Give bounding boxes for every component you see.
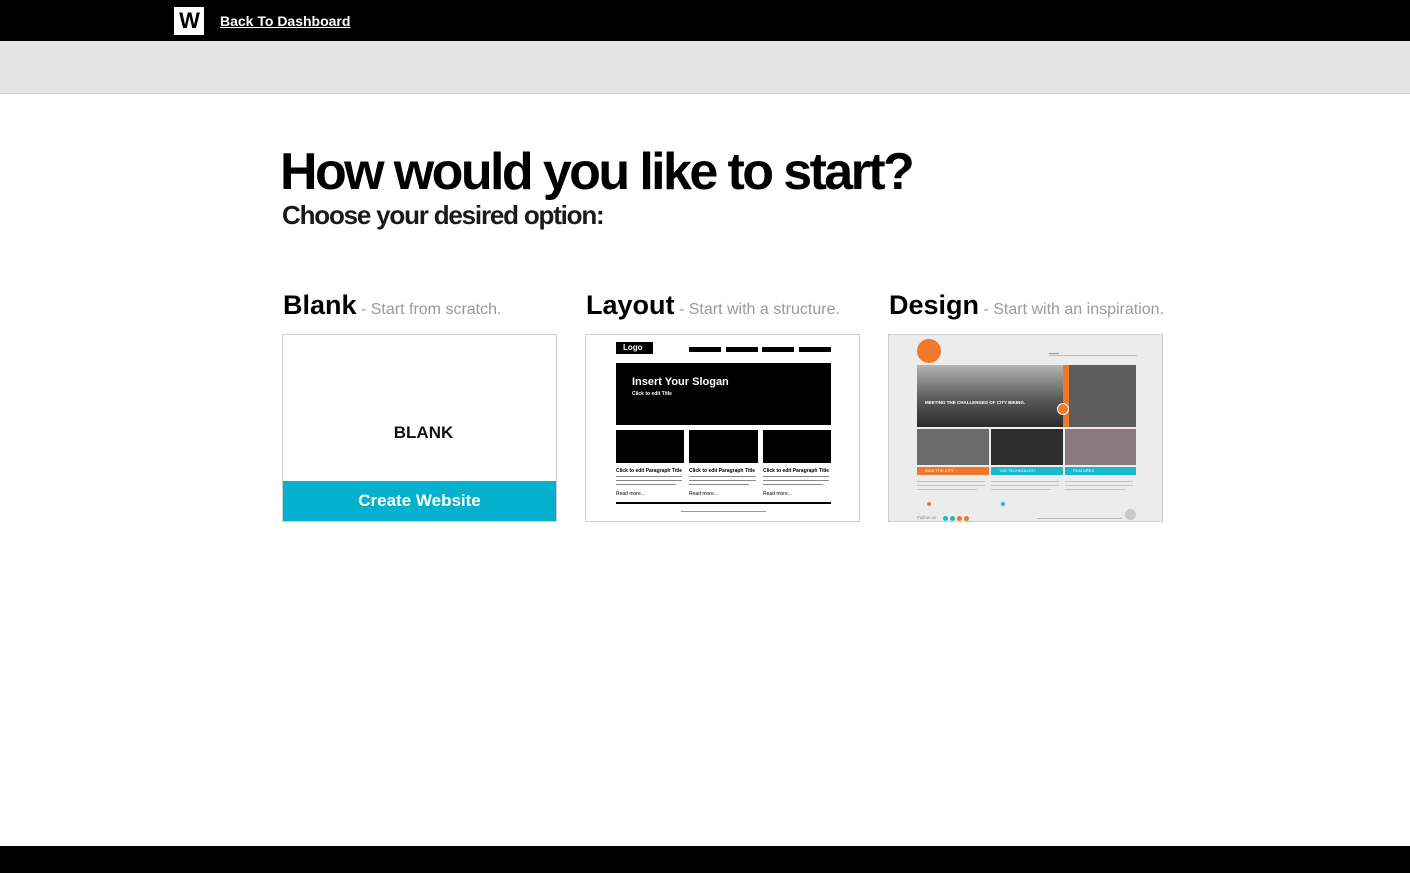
thumb-slider-dot [1057,403,1069,415]
option-description: - Start with an inspiration. [983,301,1165,318]
thumb-hero-photo [917,365,1063,427]
option-description: - Start from scratch. [360,301,502,318]
thumb-para-title: Click to edit Paragraph Title [763,468,830,474]
thumb-text-line [616,476,682,477]
option-name: Layout [586,290,675,320]
thumb-more-dot [927,502,931,506]
option-title-layout: Layout - Start with a structure. [586,288,840,327]
layout-thumbnail: Logo Insert Your Slogan Click to edit Ti… [586,335,859,521]
thumb-footer-badge [1125,509,1136,520]
thumb-text-line [991,481,1059,482]
thumb-text-line [689,484,749,485]
thumb-nav-item [799,347,831,352]
toolbar-strip [0,41,1410,94]
option-title-design: Design - Start with an inspiration. [889,288,1164,327]
thumb-social-icon [964,516,969,521]
thumb-footer-links [1037,518,1122,519]
thumb-block [616,430,684,463]
thumb-brand-badge [917,339,941,363]
design-thumbnail: MEETING THE CHALLENGES OF CITY BIKING. R… [889,335,1162,521]
thumb-block [689,430,758,463]
thumb-col-header: THE TECHNOLOGY [991,467,1063,475]
option-title-blank: Blank - Start from scratch. [283,288,501,327]
top-bar: W Back To Dashboard [0,0,1410,41]
thumb-text-line [763,484,823,485]
thumb-text-line [763,480,829,481]
footer-bar [0,846,1410,873]
thumb-nav-active [1049,353,1059,354]
thumb-social-icon [950,516,955,521]
option-name: Blank [283,290,357,320]
thumb-footer-rule [616,502,831,504]
blank-card-label: BLANK [393,423,454,442]
design-option-card[interactable]: MEETING THE CHALLENGES OF CITY BIKING. R… [888,334,1163,522]
thumb-text-line [1065,489,1125,490]
thumb-col-header: RIDE THE CITY [917,467,989,475]
thumb-text-line [991,489,1051,490]
app-logo[interactable]: W [174,7,204,35]
thumb-nav-item [689,347,721,352]
thumb-text-line [917,485,985,486]
thumb-social-icon [943,516,948,521]
option-description: - Start with a structure. [678,301,840,318]
thumb-read-more: Read more... [616,491,645,497]
thumb-read-more: Read more... [689,491,718,497]
thumb-text-line [616,480,682,481]
thumb-col-header: FEATURES [1065,467,1136,475]
thumb-text-line [917,489,977,490]
thumb-text-line [1065,485,1133,486]
create-website-button[interactable]: Create Website [283,481,556,521]
thumb-social-icon [957,516,962,521]
thumb-logo-text: Logo [623,343,643,352]
layout-option-card[interactable]: Logo Insert Your Slogan Click to edit Ti… [585,334,860,522]
thumb-slogan-sub: Click to edit Title [632,391,672,397]
thumb-photo-3 [1065,429,1136,465]
thumb-hero-text: MEETING THE CHALLENGES OF CITY BIKING. [925,400,1026,405]
thumb-block [763,430,831,463]
thumb-text-line [917,481,985,482]
thumb-photo-1 [917,429,989,465]
thumb-photo-2 [991,429,1063,465]
thumb-text-line [1065,481,1133,482]
thumb-read-more: Read more... [763,491,792,497]
page-subtitle: Choose your desired option: [282,200,605,230]
thumb-nav-item [726,347,758,352]
thumb-more-dot [1001,502,1005,506]
thumb-text-line [991,485,1059,486]
thumb-text-line [616,484,676,485]
option-name: Design [889,290,980,320]
thumb-bike-photo [1069,365,1136,427]
page-title: How would you like to start? [280,143,915,201]
thumb-text-line [763,476,829,477]
thumb-follow-text: Follow us: [917,515,938,520]
thumb-para-title: Click to edit Paragraph Title [616,468,683,474]
thumb-text-line [689,476,756,477]
thumb-slogan: Insert Your Slogan [632,376,729,388]
blank-option-card[interactable]: BLANK Create Website [282,334,557,522]
thumb-text-line [689,480,756,481]
thumb-nav-item [762,347,794,352]
thumb-para-title: Click to edit Paragraph Title [689,468,756,474]
thumb-footer-links [681,511,766,512]
thumb-nav-links [1049,355,1137,356]
back-to-dashboard-link[interactable]: Back To Dashboard [220,13,350,29]
